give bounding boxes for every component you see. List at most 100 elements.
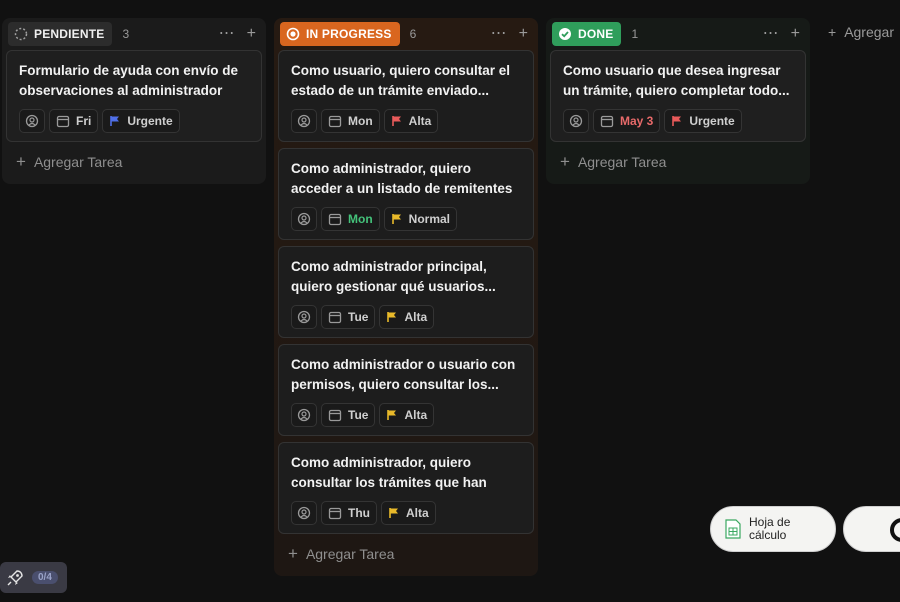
calendar-icon — [328, 507, 342, 520]
circle-icon — [890, 518, 900, 542]
calendar-icon — [328, 311, 342, 324]
check-circle-icon — [559, 28, 571, 40]
status-label: PENDIENTE — [34, 27, 105, 41]
priority-label: Alta — [404, 408, 428, 422]
fab-button[interactable] — [843, 506, 900, 552]
due-date-chip[interactable]: Thu — [321, 501, 377, 525]
column-header: DONE 1 ⋯ + — [550, 18, 806, 50]
user-icon — [25, 114, 39, 128]
user-icon — [297, 212, 311, 226]
add-group-label: Agregar — [844, 24, 894, 40]
user-icon — [297, 114, 311, 128]
task-count: 6 — [409, 27, 417, 41]
priority-chip[interactable]: Normal — [383, 207, 457, 231]
kanban-board: PENDIENTE 3 ⋯ + Formulario de ayuda con … — [0, 0, 900, 602]
priority-chip[interactable]: Alta — [379, 305, 435, 329]
task-title: Como administrador, quiero consultar los… — [291, 455, 487, 490]
task-title: Como usuario, quiero consultar el estado… — [291, 63, 511, 98]
column-pendiente: PENDIENTE 3 ⋯ + Formulario de ayuda con … — [2, 18, 266, 184]
calendar-icon — [328, 213, 342, 226]
add-icon[interactable]: + — [519, 24, 528, 44]
add-task-label: Agregar Tarea — [577, 154, 667, 170]
task-title: Como usuario que desea ingresar un trámi… — [563, 63, 790, 98]
spreadsheet-icon — [725, 519, 741, 539]
assignee-chip[interactable] — [291, 109, 317, 133]
column-in-progress: IN PROGRESS 6 ⋯ + Como usuario, quiero c… — [274, 18, 538, 576]
assignee-chip[interactable] — [291, 207, 317, 231]
add-task-button[interactable]: + Agregar Tarea — [550, 148, 806, 176]
due-date-chip[interactable]: Tue — [321, 403, 376, 427]
assignee-chip[interactable] — [291, 501, 317, 525]
more-options-icon[interactable]: ⋯ — [219, 24, 235, 44]
due-date: Thu — [348, 506, 370, 520]
flag-icon — [389, 508, 398, 518]
assignee-chip[interactable] — [291, 403, 317, 427]
flag-icon — [391, 116, 401, 126]
task-card[interactable]: Como usuario, quiero consultar el estado… — [278, 50, 534, 142]
status-label: IN PROGRESS — [306, 27, 392, 41]
status-label: DONE — [578, 27, 614, 41]
flag-icon — [387, 410, 397, 420]
calendar-icon — [328, 409, 342, 422]
flag-icon — [110, 116, 120, 126]
user-icon — [297, 506, 311, 520]
task-card[interactable]: Como administrador, quiero acceder a un … — [278, 148, 534, 240]
task-card[interactable]: Como administrador, quiero consultar los… — [278, 442, 534, 534]
priority-chip[interactable]: Urgente — [102, 109, 180, 133]
column-header: PENDIENTE 3 ⋯ + — [6, 18, 262, 50]
add-icon[interactable]: + — [247, 24, 256, 44]
add-task-button[interactable]: + Agregar Tarea — [6, 148, 262, 176]
task-card[interactable]: Como administrador o usuario con permiso… — [278, 344, 534, 436]
column-header: IN PROGRESS 6 ⋯ + — [278, 18, 534, 50]
task-title: Como administrador o usuario con permiso… — [291, 357, 516, 392]
task-card[interactable]: Formulario de ayuda con envío de observa… — [6, 50, 262, 142]
assignee-chip[interactable] — [291, 305, 317, 329]
rocket-icon — [7, 569, 23, 585]
priority-chip[interactable]: Alta — [381, 501, 436, 525]
due-date-chip[interactable]: Mon — [321, 109, 380, 133]
due-date-chip[interactable]: Fri — [49, 109, 99, 133]
add-icon[interactable]: + — [791, 24, 800, 44]
due-date: Tue — [348, 310, 369, 324]
user-icon — [297, 310, 311, 324]
assignee-chip[interactable] — [19, 109, 45, 133]
due-date-chip[interactable]: Tue — [321, 305, 376, 329]
add-group-button[interactable]: + Agregar — [828, 24, 894, 40]
status-pill-done[interactable]: DONE — [552, 22, 622, 46]
calendar-icon — [328, 115, 342, 128]
spreadsheet-label: Hoja de cálculo — [749, 515, 791, 542]
priority-label: Urgente — [127, 114, 173, 128]
flag-icon — [387, 312, 397, 322]
due-date: May 3 — [620, 114, 654, 128]
due-date: Tue — [348, 408, 369, 422]
priority-label: Alta — [404, 310, 428, 324]
plus-icon: + — [828, 24, 837, 40]
status-pill-in-progress[interactable]: IN PROGRESS — [280, 22, 400, 46]
assignee-chip[interactable] — [563, 109, 589, 133]
flag-icon — [672, 116, 682, 126]
priority-label: Normal — [408, 212, 450, 226]
more-options-icon[interactable]: ⋯ — [491, 24, 507, 44]
priority-chip[interactable]: Urgente — [664, 109, 742, 133]
priority-chip[interactable]: Alta — [379, 403, 435, 427]
task-title: Como administrador principal, quiero ges… — [291, 259, 496, 294]
onboarding-button[interactable]: 0/4 — [0, 562, 67, 593]
calendar-icon — [600, 115, 614, 128]
priority-label: Alta — [408, 114, 432, 128]
due-date-chip[interactable]: May 3 — [593, 109, 661, 133]
priority-chip[interactable]: Alta — [383, 109, 439, 133]
task-card[interactable]: Como usuario que desea ingresar un trámi… — [550, 50, 806, 142]
spreadsheet-button[interactable]: Hoja de cálculo — [710, 506, 836, 552]
priority-label: Urgente — [689, 114, 735, 128]
plus-icon: + — [16, 152, 26, 171]
user-icon — [297, 408, 311, 422]
priority-label: Alta — [406, 506, 429, 520]
task-card[interactable]: Como administrador principal, quiero ges… — [278, 246, 534, 338]
more-options-icon[interactable]: ⋯ — [763, 24, 779, 44]
add-task-button[interactable]: + Agregar Tarea — [278, 540, 534, 568]
dashed-circle-icon — [14, 27, 28, 41]
column-done: DONE 1 ⋯ + Como usuario que desea ingres… — [546, 18, 810, 184]
plus-icon: + — [288, 544, 298, 563]
status-pill-pendiente[interactable]: PENDIENTE — [8, 22, 113, 46]
due-date-chip[interactable]: Mon — [321, 207, 380, 231]
